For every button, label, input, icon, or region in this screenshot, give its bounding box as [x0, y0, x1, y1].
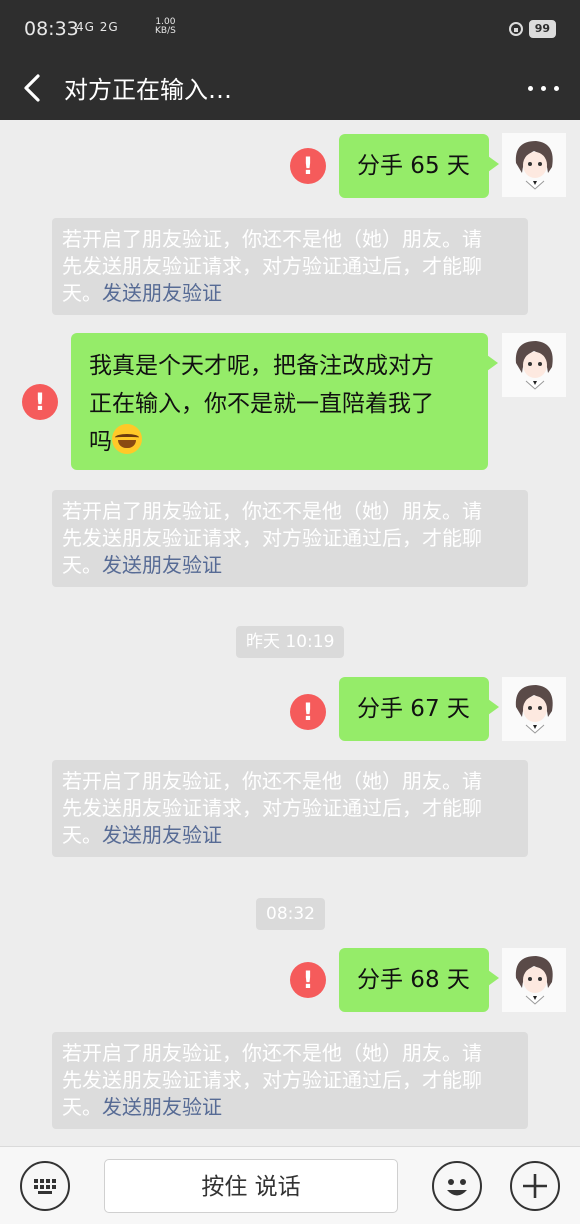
avatar[interactable]: [502, 948, 566, 1012]
message-list[interactable]: ! 分手 65 天 若开启了朋友验证，你还不是他（她）朋友。请 先发送朋友验证请…: [0, 120, 580, 1146]
friend-verification-notice: 若开启了朋友验证，你还不是他（她）朋友。请 先发送朋友验证请求，对方验证通过后，…: [52, 760, 528, 857]
message-bubble[interactable]: 分手 68 天: [339, 948, 499, 1012]
hold-to-talk-button[interactable]: 按住 说话: [104, 1159, 398, 1213]
message-row: ! 分手 67 天: [0, 666, 580, 756]
send-failed-icon[interactable]: !: [290, 694, 326, 730]
back-arrow-icon[interactable]: [14, 66, 54, 110]
message-row: ! 分手 68 天: [0, 938, 580, 1028]
message-row: ! 分手 65 天: [0, 120, 580, 210]
message-bubble[interactable]: 分手 67 天: [339, 677, 499, 741]
send-failed-icon[interactable]: !: [22, 384, 58, 420]
message-bubble[interactable]: 我真是个天才呢，把备注改成对方 正在输入，你不是就一直陪着我了 吗: [71, 333, 498, 470]
message-text: 正在输入，你不是就一直陪着我了: [89, 391, 434, 417]
lock-icon: [508, 22, 523, 36]
network-speed: 1.00 KB/S: [155, 17, 176, 36]
battery-icon: 99: [528, 20, 556, 38]
status-bar: 08:33 4G 2G 1.00 KB/S 99: [0, 0, 580, 56]
friend-verification-notice: 若开启了朋友验证，你还不是他（她）朋友。请 先发送朋友验证请求，对方验证通过后，…: [52, 490, 528, 587]
timestamp: 昨天 10:19: [236, 626, 345, 658]
friend-verification-notice: 若开启了朋友验证，你还不是他（她）朋友。请 先发送朋友验证请求，对方验证通过后，…: [52, 218, 528, 315]
message-text: 吗: [89, 429, 112, 455]
friend-verification-notice: 若开启了朋友验证，你还不是他（她）朋友。请 先发送朋友验证请求，对方验证通过后，…: [52, 1032, 528, 1129]
send-verification-link[interactable]: 发送朋友验证: [102, 281, 222, 305]
message-text: 分手 68 天: [357, 967, 470, 993]
send-verification-link[interactable]: 发送朋友验证: [102, 553, 222, 577]
send-verification-link[interactable]: 发送朋友验证: [102, 1095, 222, 1119]
message-text: 我真是个天才呢，把备注改成对方: [89, 353, 434, 379]
message-text: 分手 65 天: [357, 153, 470, 179]
laughing-tears-emoji-icon: [112, 424, 142, 454]
send-failed-icon[interactable]: !: [290, 962, 326, 998]
message-bubble[interactable]: 分手 65 天: [339, 134, 499, 198]
keyboard-toggle-icon[interactable]: [20, 1161, 70, 1211]
more-functions-plus-icon[interactable]: [510, 1161, 560, 1211]
chat-header: 对方正在输入…: [0, 56, 580, 120]
send-verification-link[interactable]: 发送朋友验证: [102, 823, 222, 847]
more-options-icon[interactable]: [524, 68, 564, 108]
avatar[interactable]: [502, 333, 566, 397]
avatar[interactable]: [502, 677, 566, 741]
timestamp: 08:32: [256, 898, 325, 930]
status-time: 08:33: [24, 18, 79, 40]
signal-icon: 4G 2G: [76, 20, 119, 34]
message-row: ! 我真是个天才呢，把备注改成对方 正在输入，你不是就一直陪着我了 吗: [0, 320, 580, 480]
chat-title: 对方正在输入…: [64, 76, 232, 104]
input-bar: 按住 说话: [0, 1146, 580, 1224]
send-failed-icon[interactable]: !: [290, 148, 326, 184]
message-text: 分手 67 天: [357, 696, 470, 722]
status-right: 99: [508, 20, 556, 38]
avatar[interactable]: [502, 133, 566, 197]
emoji-icon[interactable]: [432, 1161, 482, 1211]
